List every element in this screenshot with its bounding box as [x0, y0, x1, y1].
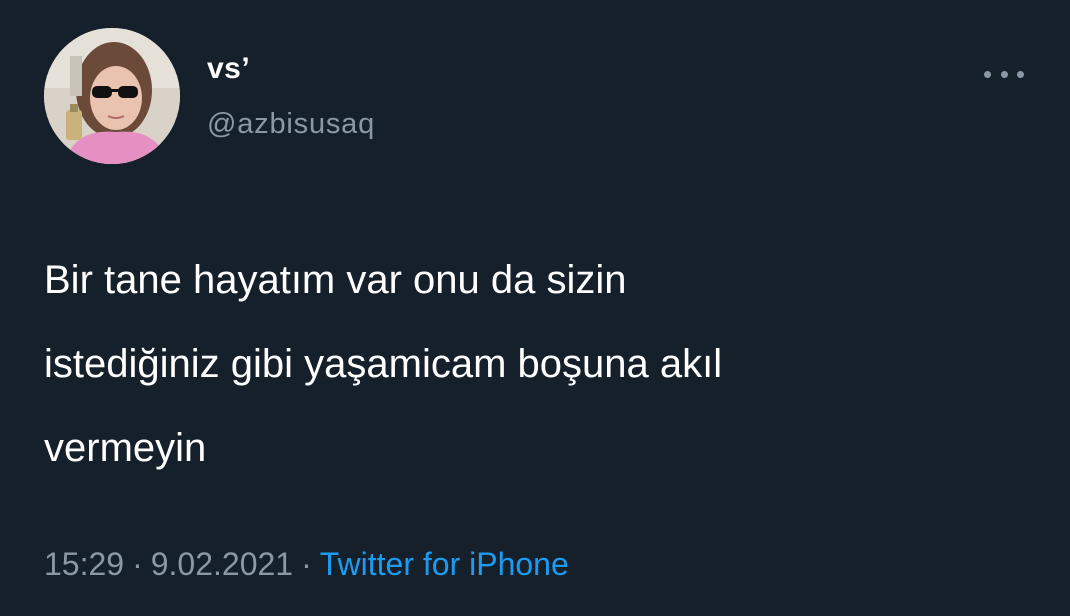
avatar[interactable] [44, 28, 180, 164]
more-options-icon[interactable] [984, 64, 1024, 84]
tweet-meta: 15:29 · 9.02.2021 · Twitter for iPhone [44, 546, 569, 583]
tweet-source-link[interactable]: Twitter for iPhone [320, 546, 569, 582]
tweet-time: 15:29 [44, 546, 125, 582]
meta-separator: · [132, 546, 143, 582]
tweet-text: Bir tane hayatım var onu da sizin istedi… [44, 258, 723, 470]
tweet-date: 9.02.2021 [150, 546, 294, 582]
meta-separator: · [301, 546, 312, 582]
tweet-card: vs’ @azbisusaq Bir tane hayatım var onu … [0, 0, 1070, 616]
avatar-photo-icon [44, 28, 180, 164]
display-name[interactable]: vs’ [207, 52, 250, 86]
user-handle[interactable]: @azbisusaq [207, 108, 375, 141]
